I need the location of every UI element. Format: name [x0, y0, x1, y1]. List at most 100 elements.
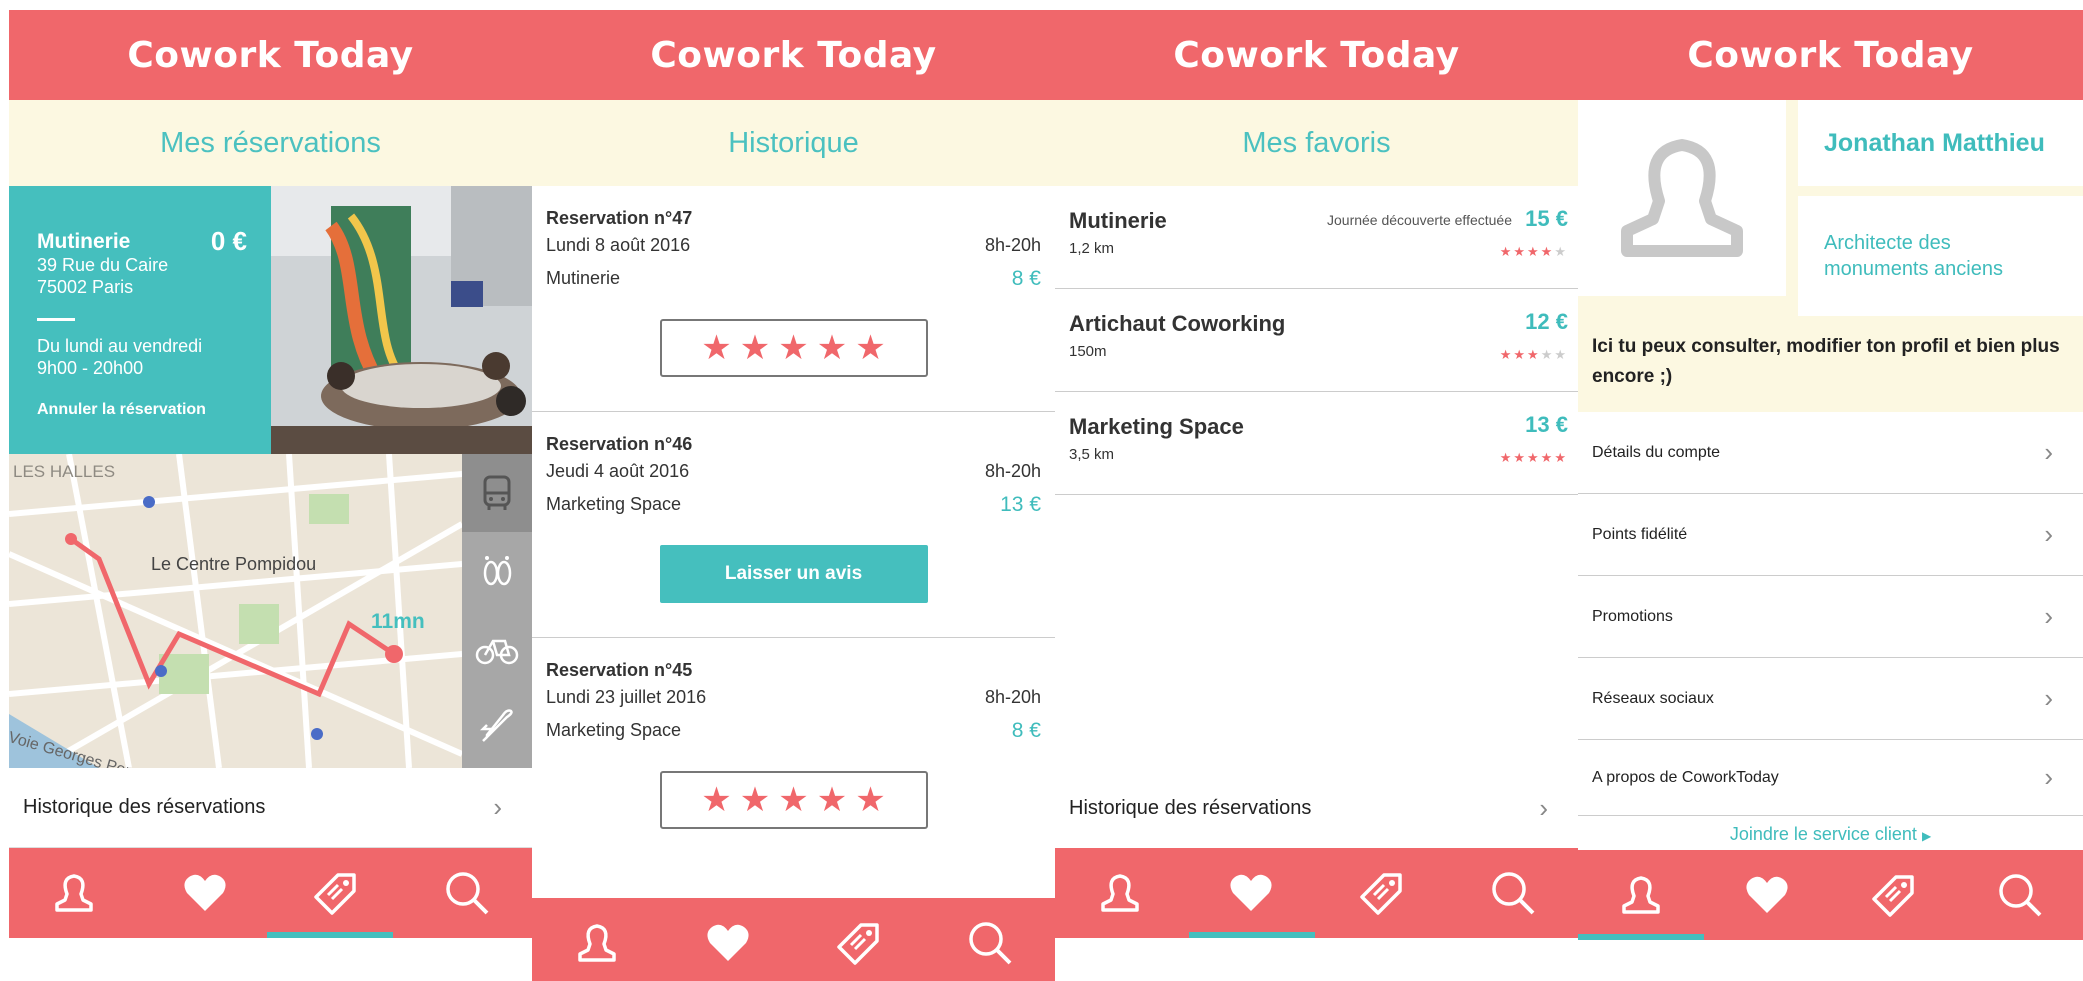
reservation-number: Reservation n°46: [546, 434, 693, 454]
app-title: Cowork Today: [1055, 10, 1578, 100]
reservation-hours: 8h-20h: [984, 687, 1041, 707]
reservation-number: Reservation n°47: [546, 208, 693, 228]
tab-deals[interactable]: [1342, 858, 1422, 928]
star-icon[interactable]: ★: [740, 328, 770, 368]
transport-selector: [462, 454, 532, 768]
favorite-item[interactable]: Marketing Space 3,5 km 13 € ★★★★★: [1055, 392, 1578, 495]
reservation-history-item[interactable]: Reservation n°46 Jeudi 4 août 2016 8h-20h…: [532, 412, 1055, 638]
star-icon[interactable]: ★: [701, 328, 731, 368]
play-arrow-icon: ▶: [1921, 829, 1932, 843]
page-title: Mes réservations: [9, 100, 532, 186]
space-distance: 1,2 km: [1069, 240, 1115, 257]
reservation-date: Lundi 23 juillet 2016: [546, 687, 707, 707]
history-link[interactable]: Historique des réservations ›: [1055, 768, 1578, 848]
reservation-history-item[interactable]: Reservation n°47 Lundi 8 août 2016 8h-20h…: [532, 186, 1055, 412]
menu-item-about[interactable]: A propos de CoworkToday ›: [1578, 740, 2083, 816]
occupation-line: monuments anciens: [1824, 258, 2003, 280]
page-title: Mes favoris: [1055, 100, 1578, 186]
favorite-item[interactable]: Mutinerie 1,2 km Journée découverte effe…: [1055, 186, 1578, 289]
tab-search[interactable]: [950, 908, 1030, 978]
tab-favorites[interactable]: [688, 908, 768, 978]
leave-review-button[interactable]: Laisser un avis: [659, 545, 928, 603]
star-icon[interactable]: ★: [740, 780, 770, 820]
tab-profile[interactable]: [34, 858, 114, 928]
rocket-icon[interactable]: [462, 688, 532, 766]
profile-intro-text: Ici tu peux consulter, modifier ton prof…: [1578, 306, 2083, 412]
menu-item-promotions[interactable]: Promotions ›: [1578, 576, 2083, 658]
rating-stars[interactable]: ★ ★ ★ ★ ★: [659, 319, 928, 377]
space-distance: 150m: [1069, 343, 1107, 360]
walk-icon[interactable]: [462, 532, 532, 610]
bus-icon[interactable]: [462, 454, 532, 532]
tab-favorites[interactable]: [1211, 858, 1291, 928]
cancel-reservation-link[interactable]: Annuler la réservation: [37, 401, 271, 419]
reservation-place: Mutinerie: [546, 268, 621, 288]
menu-item-label: A propos de CoworkToday: [1592, 768, 1779, 786]
tab-search[interactable]: [427, 858, 507, 928]
tab-profile[interactable]: [1601, 860, 1681, 930]
active-tab-indicator: [1578, 934, 1704, 940]
reservation-history-item[interactable]: Reservation n°45 Lundi 23 juillet 2016 8h…: [532, 638, 1055, 829]
favorite-item[interactable]: Artichaut Coworking 150m 12 € ★★★★★: [1055, 289, 1578, 392]
tab-search[interactable]: [1473, 858, 1553, 928]
heart-icon: [1230, 874, 1272, 911]
reservation-price: 8 €: [1011, 719, 1041, 742]
space-price: 13 €: [1525, 412, 1568, 437]
tab-deals[interactable]: [1854, 860, 1934, 930]
tab-profile[interactable]: [557, 908, 637, 978]
history-link-label: Historique des réservations: [1069, 796, 1312, 819]
app-title: Cowork Today: [9, 10, 532, 100]
opening-days: Du lundi au vendredi: [37, 336, 203, 356]
customer-service-link[interactable]: Joindre le service client ▶: [1578, 816, 2083, 845]
rating-stars: ★★★★★: [1499, 244, 1568, 259]
tab-favorites[interactable]: [165, 858, 245, 928]
menu-item-loyalty-points[interactable]: Points fidélité ›: [1578, 494, 2083, 576]
search-icon: [968, 922, 1012, 965]
avatar[interactable]: [1578, 100, 1786, 296]
bike-icon[interactable]: [462, 610, 532, 688]
address-line: 39 Rue du Caire: [37, 255, 169, 275]
tag-icon: [837, 923, 879, 965]
space-name: Artichaut Coworking: [1069, 311, 1286, 336]
star-icon[interactable]: ★: [817, 780, 847, 820]
tab-favorites[interactable]: [1727, 860, 1807, 930]
rating-stars[interactable]: ★ ★ ★ ★ ★: [659, 771, 928, 829]
space-distance: 3,5 km: [1069, 446, 1115, 463]
menu-item-account-details[interactable]: Détails du compte ›: [1578, 412, 2083, 494]
tab-bar: [1055, 848, 1578, 938]
reservation-place: Marketing Space: [546, 494, 682, 514]
reservation-number: Reservation n°45: [546, 660, 693, 680]
star-icon[interactable]: ★: [778, 780, 808, 820]
star-icon[interactable]: ★: [817, 328, 847, 368]
star-icon[interactable]: ★: [778, 328, 808, 368]
tab-search[interactable]: [1980, 860, 2060, 930]
chevron-right-icon: ›: [493, 792, 502, 822]
rating-stars: ★★★★★: [1499, 347, 1568, 362]
chevron-right-icon: ›: [2044, 683, 2053, 713]
menu-item-label: Promotions: [1592, 607, 1673, 625]
menu-item-social-networks[interactable]: Réseaux sociaux ›: [1578, 658, 2083, 740]
chevron-right-icon: ›: [2044, 519, 2053, 549]
reservation-card[interactable]: Mutinerie 0 € 39 Rue du Caire 75002 Pari…: [9, 186, 532, 454]
tab-profile[interactable]: [1080, 858, 1160, 928]
history-link[interactable]: Historique des réservations ›: [9, 768, 532, 848]
map-landmark-label: Le Centre Pompidou: [151, 554, 317, 574]
active-tab-indicator: [1189, 932, 1315, 938]
star-icon[interactable]: ★: [855, 780, 885, 820]
tab-bar: [9, 848, 532, 938]
star-icon[interactable]: ★: [701, 780, 731, 820]
search-icon: [1999, 874, 2042, 917]
route-duration: 11mn: [371, 610, 425, 633]
tag-icon: [314, 873, 356, 915]
route-map[interactable]: LES HALLES Le Centre Pompidou 11mn Voie …: [9, 454, 532, 768]
menu-item-label: Détails du compte: [1592, 443, 1721, 461]
page-title: Historique: [532, 100, 1055, 186]
profile-icon: [1622, 876, 1660, 914]
star-icon[interactable]: ★: [855, 328, 885, 368]
coworking-photo: [271, 186, 532, 454]
customer-service-label: Joindre le service client: [1729, 824, 1917, 844]
tab-deals[interactable]: [819, 908, 899, 978]
chevron-right-icon: ›: [1539, 792, 1548, 823]
tab-deals[interactable]: [296, 858, 376, 928]
reservations-screen: Cowork Today Mes réservations Mutinerie …: [9, 10, 532, 940]
